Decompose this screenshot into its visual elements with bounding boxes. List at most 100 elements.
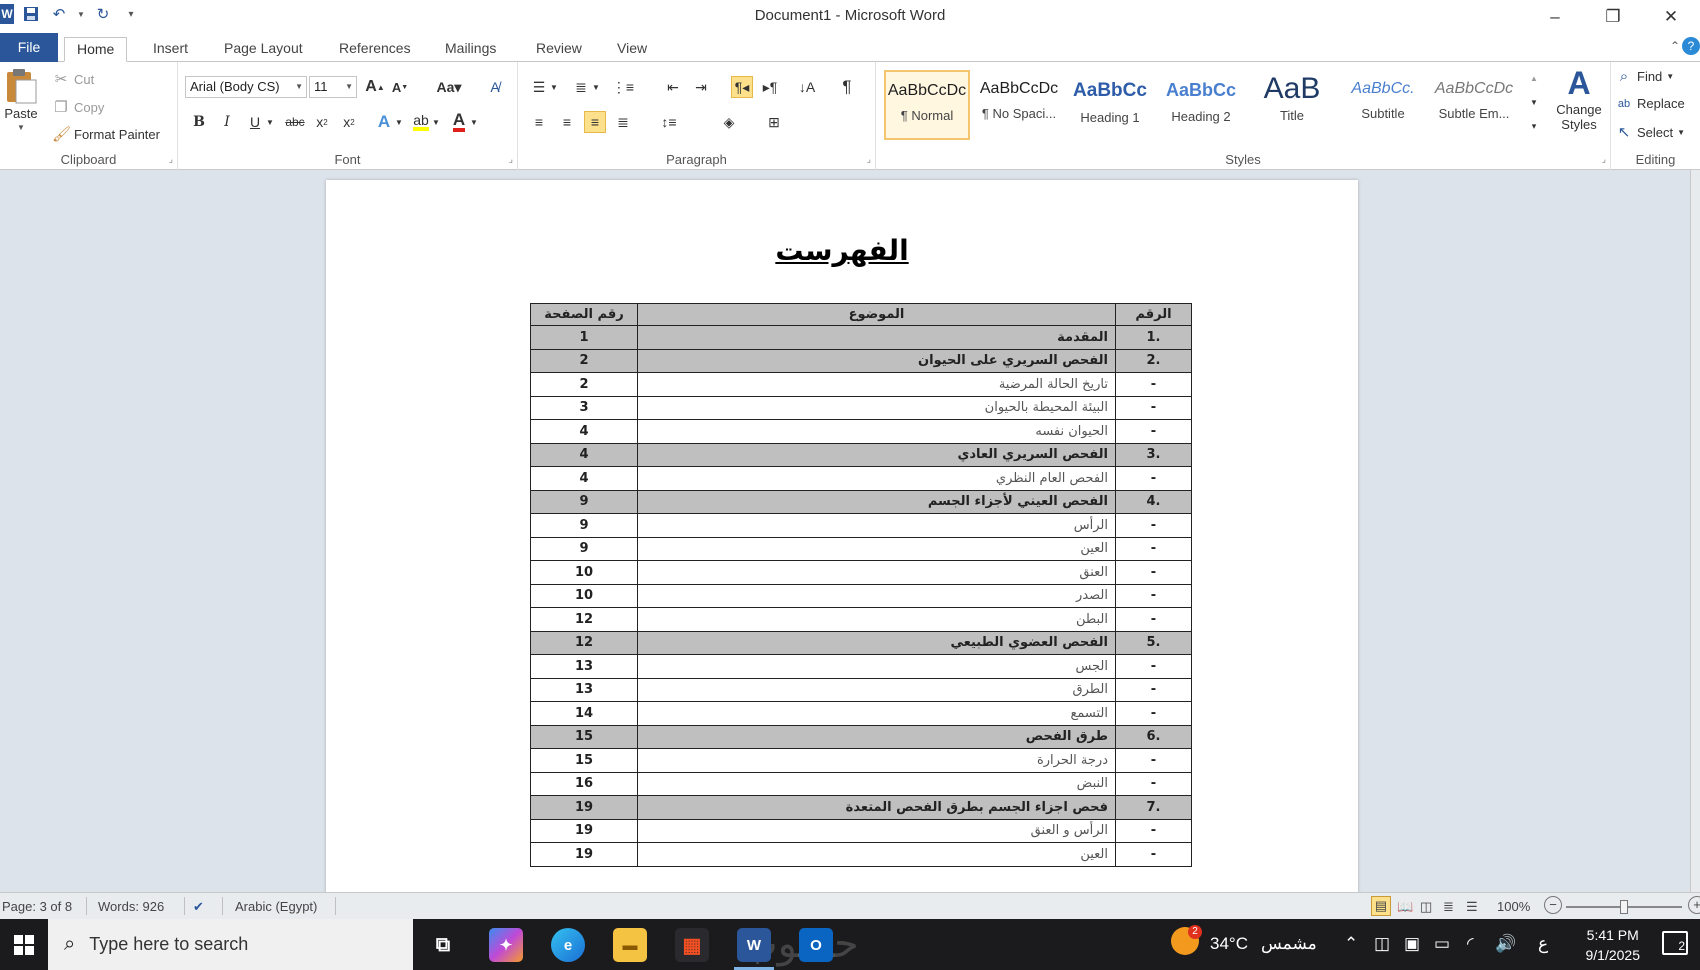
cut-button[interactable]: ✂ Cut xyxy=(52,70,95,88)
volume-icon[interactable]: 🔊 xyxy=(1495,934,1516,954)
tab-view[interactable]: View xyxy=(605,37,659,62)
tab-file[interactable]: File xyxy=(0,33,58,62)
minimize-ribbon-icon[interactable]: ⌃ xyxy=(1670,39,1680,53)
font-size-combo[interactable]: 11 ▼ xyxy=(309,76,357,98)
row-number[interactable]: .5 xyxy=(1115,630,1192,655)
row-topic[interactable]: النبض xyxy=(637,771,1116,796)
font-color-dropdown-icon[interactable]: ▼ xyxy=(468,111,480,133)
show-marks-icon[interactable]: ¶ xyxy=(836,76,858,98)
row-page[interactable]: 3 xyxy=(530,395,638,420)
text-effects-dropdown-icon[interactable]: ▼ xyxy=(393,111,405,133)
sort-icon[interactable]: ↓A xyxy=(796,76,818,98)
minimize-button[interactable]: – xyxy=(1526,0,1584,33)
zoom-level[interactable]: 100% xyxy=(1497,899,1530,914)
file-explorer-icon[interactable]: ▬ xyxy=(613,928,647,962)
tab-insert[interactable]: Insert xyxy=(141,37,200,62)
row-topic[interactable]: المقدمة xyxy=(637,325,1116,350)
row-page[interactable]: 9 xyxy=(530,513,638,538)
row-topic[interactable]: الطرق xyxy=(637,677,1116,702)
word-count[interactable]: Words: 926 xyxy=(98,899,164,914)
row-page[interactable]: 19 xyxy=(530,795,638,820)
row-page[interactable]: 19 xyxy=(530,818,638,843)
tab-page-layout[interactable]: Page Layout xyxy=(212,37,315,62)
borders-icon[interactable]: ⊞ xyxy=(763,111,785,133)
row-number[interactable]: - xyxy=(1115,771,1192,796)
web-layout-icon[interactable]: ◫ xyxy=(1420,899,1432,915)
weather-temp[interactable]: 34°C xyxy=(1210,934,1248,954)
taskbar-search[interactable]: ⌕ Type here to search xyxy=(48,919,413,970)
wifi-icon[interactable]: ◜ xyxy=(1467,934,1474,954)
row-page[interactable]: 2 xyxy=(530,348,638,373)
font-family-combo[interactable]: Arial (Body CS) ▼ xyxy=(185,76,307,98)
align-right-icon[interactable]: ≡ xyxy=(584,111,606,133)
close-button[interactable]: ✕ xyxy=(1642,0,1700,33)
start-button[interactable] xyxy=(0,919,48,970)
row-topic[interactable]: فحص اجزاء الجسم بطرق الفحص المتعدة xyxy=(637,795,1116,820)
row-number[interactable]: - xyxy=(1115,607,1192,632)
zoom-slider[interactable] xyxy=(1566,900,1682,914)
tab-mailings[interactable]: Mailings xyxy=(433,37,508,62)
shrink-font-icon[interactable]: A ▼ xyxy=(389,76,411,98)
row-number[interactable]: .7 xyxy=(1115,795,1192,820)
shading-icon[interactable]: ◈ xyxy=(718,111,740,133)
tab-home[interactable]: Home xyxy=(64,37,128,62)
bullets-icon[interactable]: ☰ xyxy=(528,76,550,98)
row-page[interactable]: 2 xyxy=(530,372,638,397)
row-number[interactable]: - xyxy=(1115,818,1192,843)
style-heading-1[interactable]: AaBbCc Heading 1 xyxy=(1067,70,1153,140)
style-subtle-emphasis[interactable]: AaBbCcDc Subtle Em... xyxy=(1431,70,1517,140)
copilot-icon[interactable]: ✦ xyxy=(489,928,523,962)
row-page[interactable]: 4 xyxy=(530,419,638,444)
row-number[interactable]: - xyxy=(1115,701,1192,726)
find-button[interactable]: ⌕ Find ▼ xyxy=(1615,68,1674,85)
replace-button[interactable]: ab Replace xyxy=(1615,96,1685,111)
change-styles-button[interactable]: A Change Styles xyxy=(1549,64,1609,132)
tab-references[interactable]: References xyxy=(327,37,423,62)
row-number[interactable]: - xyxy=(1115,560,1192,585)
numbering-dropdown-icon[interactable]: ▼ xyxy=(590,76,602,98)
clear-formatting-icon[interactable]: A̸ xyxy=(484,76,506,98)
full-screen-reading-icon[interactable]: 📖 xyxy=(1397,899,1413,915)
clipboard-launcher-icon[interactable]: ⌟ xyxy=(169,154,173,165)
row-page[interactable]: 19 xyxy=(530,842,638,867)
style-subtitle[interactable]: AaBbCc. Subtitle xyxy=(1340,70,1426,140)
battery-icon[interactable]: ▭ xyxy=(1434,934,1450,954)
zoom-slider-thumb[interactable] xyxy=(1620,900,1628,914)
styles-more-icon[interactable]: ▾ xyxy=(1523,116,1545,136)
row-topic[interactable]: البيئة المحيطة بالحيوان xyxy=(637,395,1116,420)
change-case-icon[interactable]: Aa▾ xyxy=(433,76,465,98)
row-topic[interactable]: العين xyxy=(637,842,1116,867)
row-topic[interactable]: الفحص السريري العادي xyxy=(637,442,1116,467)
row-number[interactable]: .1 xyxy=(1115,325,1192,350)
row-topic[interactable]: طرق الفحص xyxy=(637,724,1116,749)
print-layout-icon[interactable]: ▤ xyxy=(1371,896,1391,916)
row-topic[interactable]: تاريخ الحالة المرضية xyxy=(637,372,1116,397)
row-number[interactable]: .2 xyxy=(1115,348,1192,373)
row-number[interactable]: - xyxy=(1115,536,1192,561)
page-count[interactable]: Page: 3 of 8 xyxy=(2,899,72,914)
row-topic[interactable]: الرأس و العنق xyxy=(637,818,1116,843)
text-effects-icon[interactable]: A xyxy=(373,111,395,133)
highlight-dropdown-icon[interactable]: ▼ xyxy=(430,111,442,133)
row-topic[interactable]: درجة الحرارة xyxy=(637,748,1116,773)
style-no-spacing[interactable]: AaBbCcDc ¶ No Spaci... xyxy=(976,70,1062,140)
notifications-icon[interactable]: 2 xyxy=(1662,931,1688,955)
row-number[interactable]: - xyxy=(1115,466,1192,491)
row-page[interactable]: 13 xyxy=(530,677,638,702)
row-number[interactable]: .3 xyxy=(1115,442,1192,467)
row-number[interactable]: - xyxy=(1115,748,1192,773)
row-topic[interactable]: الجس xyxy=(637,654,1116,679)
row-number[interactable]: - xyxy=(1115,677,1192,702)
rtl-direction-icon[interactable]: ¶◂ xyxy=(731,76,753,98)
row-page[interactable]: 15 xyxy=(530,748,638,773)
row-page[interactable]: 14 xyxy=(530,701,638,726)
outlook-icon[interactable]: O xyxy=(799,928,833,962)
row-page[interactable]: 13 xyxy=(530,654,638,679)
paste-button[interactable]: Paste ▼ xyxy=(4,68,38,132)
row-page[interactable]: 4 xyxy=(530,466,638,491)
row-page[interactable]: 9 xyxy=(530,489,638,514)
row-number[interactable]: - xyxy=(1115,395,1192,420)
row-page[interactable]: 10 xyxy=(530,583,638,608)
restore-button[interactable]: ❐ xyxy=(1584,0,1642,33)
row-page[interactable]: 9 xyxy=(530,536,638,561)
